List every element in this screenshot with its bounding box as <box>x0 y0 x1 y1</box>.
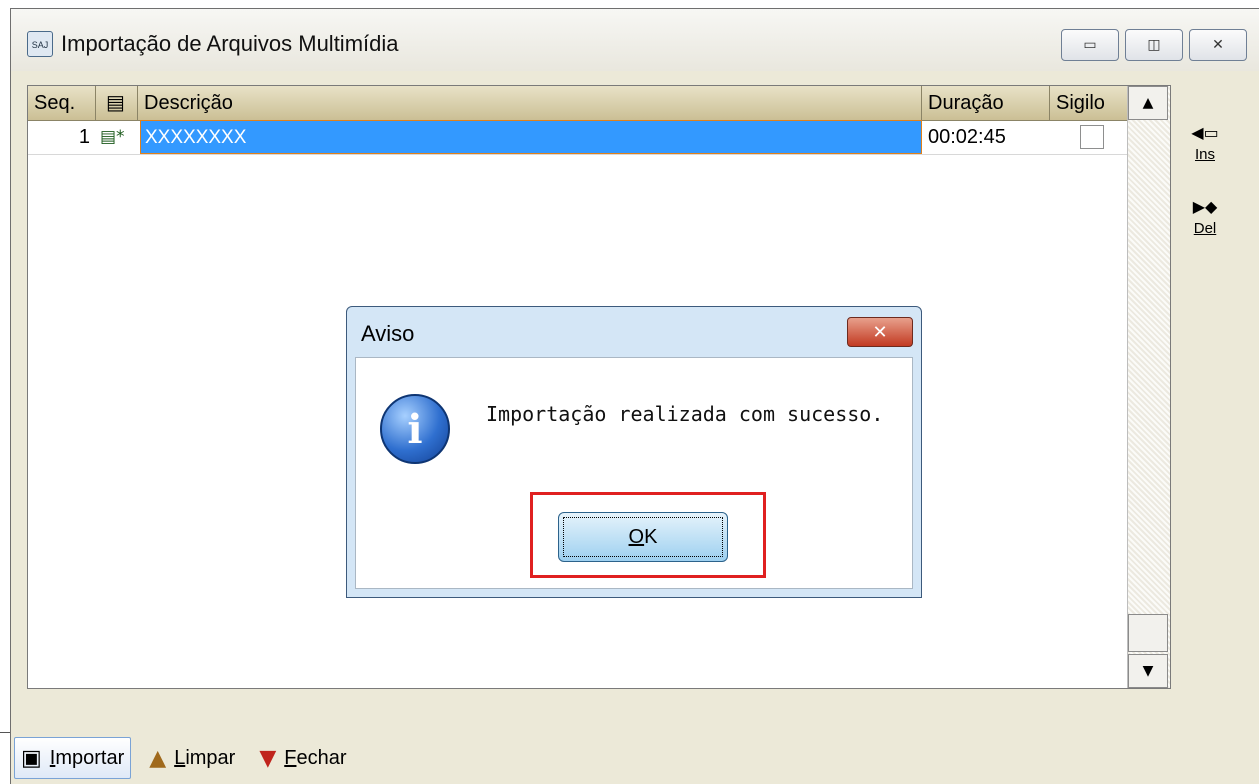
column-header-duracao[interactable]: Duração <box>922 86 1050 120</box>
information-icon: i <box>380 394 450 464</box>
delete-button[interactable]: ▶◆ Del <box>1181 199 1229 237</box>
importar-button[interactable]: ▣ Importar <box>14 737 132 779</box>
vertical-scrollbar[interactable]: ▲ ▼ <box>1127 86 1170 688</box>
fechar-accel: F <box>284 746 297 769</box>
dialog-body: i Importação realizada com sucesso. OK <box>355 357 913 589</box>
dialog-close-button[interactable]: ✕ <box>847 317 913 347</box>
title-bar[interactable]: SAJ Importação de Arquivos Multimídia ▭ … <box>11 9 1259 71</box>
column-header-descricao[interactable]: Descrição <box>138 86 922 120</box>
row-seq: 1 <box>78 126 90 148</box>
table-row[interactable]: 1 ▤* XXXXXXXX 00:02:45 <box>28 120 1128 155</box>
delete-icon: ▶◆ <box>1192 197 1218 216</box>
dialog-message: Importação realizada com sucesso. <box>486 402 884 426</box>
ok-label: K <box>644 525 658 548</box>
broom-icon: ▲ <box>149 745 167 771</box>
limpar-accel: L <box>174 746 186 769</box>
row-duracao: 00:02:45 <box>928 126 1006 148</box>
save-icon: ▣ <box>21 745 42 771</box>
minimize-button[interactable]: ▭ <box>1061 29 1119 61</box>
app-logo-icon: SAJ <box>27 31 53 57</box>
grid-header: Seq. ▤ Descrição Duração Sigilo <box>28 86 1128 121</box>
fechar-label: echar <box>296 746 347 769</box>
divider <box>0 732 10 733</box>
bottom-toolbar: ▣ Importar ▲ Limpar ▼ Fechar <box>14 734 353 782</box>
window-title: Importação de Arquivos Multimídia <box>61 31 399 56</box>
column-header-seq[interactable]: Seq. <box>28 86 96 120</box>
limpar-button[interactable]: ▲ Limpar <box>143 737 241 779</box>
insert-icon: ◀▭ <box>1191 123 1219 142</box>
row-sigilo <box>1050 120 1128 154</box>
fechar-button[interactable]: ▼ Fechar <box>253 737 352 779</box>
insert-label: Ins <box>1194 146 1215 163</box>
maximize-button[interactable]: ◫ <box>1125 29 1183 61</box>
scroll-down-button[interactable]: ▼ <box>1128 654 1168 688</box>
limpar-label: impar <box>185 746 236 769</box>
film-icon: ▤* <box>100 127 125 147</box>
sigilo-checkbox[interactable] <box>1080 125 1104 149</box>
row-descricao[interactable]: XXXXXXXX <box>140 120 922 154</box>
importar-label: mportar <box>55 746 125 769</box>
insert-button[interactable]: ◀▭ Ins <box>1181 125 1229 163</box>
delete-label: Del <box>1193 220 1217 237</box>
column-header-media-icon[interactable]: ▤ <box>96 86 138 120</box>
scroll-thumb[interactable] <box>1128 614 1168 652</box>
door-exit-icon: ▼ <box>259 745 277 771</box>
close-button[interactable]: ✕ <box>1189 29 1247 61</box>
aviso-dialog: Aviso ✕ i Importação realizada com suces… <box>346 306 922 598</box>
dialog-title: Aviso <box>361 321 415 346</box>
ok-accel: O <box>628 525 645 548</box>
ok-button[interactable]: OK <box>558 512 728 562</box>
column-header-sigilo[interactable]: Sigilo <box>1050 86 1128 120</box>
scroll-up-button[interactable]: ▲ <box>1128 86 1168 120</box>
